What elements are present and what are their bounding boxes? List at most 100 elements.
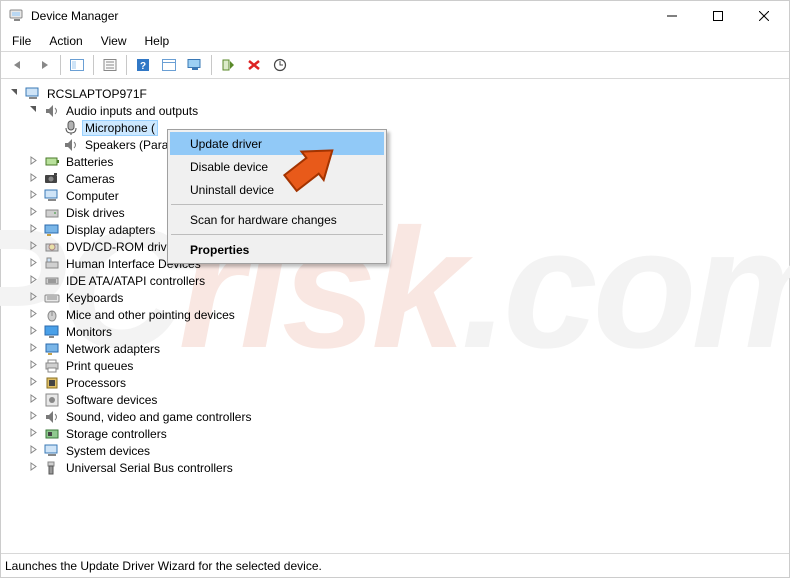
tree-print-queues[interactable]: Print queues [7, 357, 789, 374]
app-icon [9, 8, 25, 24]
tree-software-devices[interactable]: Software devices [7, 391, 789, 408]
tree-microphone[interactable]: Microphone ( [7, 119, 789, 136]
tree-audio-outputs[interactable]: Audio inputs and outputs [7, 102, 789, 119]
tree-keyboards[interactable]: Keyboards [7, 289, 789, 306]
expander-closed-icon[interactable] [26, 307, 40, 321]
expander-closed-icon[interactable] [26, 256, 40, 270]
menu-help[interactable]: Help [136, 32, 179, 50]
tree-batteries[interactable]: Batteries [7, 153, 789, 170]
uninstall-button[interactable] [242, 54, 266, 76]
node-label: Cameras [64, 172, 117, 186]
expander-closed-icon[interactable] [26, 273, 40, 287]
storage-icon [44, 426, 60, 442]
cm-separator [171, 234, 383, 235]
node-label: Batteries [64, 155, 115, 169]
status-text: Launches the Update Driver Wizard for th… [5, 559, 322, 573]
expander-closed-icon[interactable] [26, 358, 40, 372]
cm-update-driver[interactable]: Update driver [170, 132, 384, 155]
node-label: IDE ATA/ATAPI controllers [64, 274, 207, 288]
tree-cameras[interactable]: Cameras [7, 170, 789, 187]
expander-closed-icon[interactable] [26, 205, 40, 219]
tree-monitors[interactable]: Monitors [7, 323, 789, 340]
expander-closed-icon[interactable] [26, 222, 40, 236]
expander-closed-icon[interactable] [26, 239, 40, 253]
toolbar-divider [126, 55, 127, 75]
tree-mice[interactable]: Mice and other pointing devices [7, 306, 789, 323]
tree-network[interactable]: Network adapters [7, 340, 789, 357]
ide-icon [44, 273, 60, 289]
expander-closed-icon[interactable] [26, 290, 40, 304]
node-label: Storage controllers [64, 427, 169, 441]
tree-usb[interactable]: Universal Serial Bus controllers [7, 459, 789, 476]
node-label: Network adapters [64, 342, 162, 356]
forward-button[interactable] [32, 54, 56, 76]
usb-icon [44, 460, 60, 476]
statusbar: Launches the Update Driver Wizard for th… [1, 553, 789, 577]
cm-uninstall-device[interactable]: Uninstall device [170, 178, 384, 201]
tree-ide[interactable]: IDE ATA/ATAPI controllers [7, 272, 789, 289]
expander-closed-icon[interactable] [26, 341, 40, 355]
expander-closed-icon[interactable] [26, 171, 40, 185]
menu-view[interactable]: View [92, 32, 136, 50]
expander-closed-icon[interactable] [26, 154, 40, 168]
expander-closed-icon[interactable] [26, 409, 40, 423]
toolbar: ? [1, 51, 789, 79]
expander-closed-icon[interactable] [26, 460, 40, 474]
monitor-icon [44, 324, 60, 340]
menu-action[interactable]: Action [40, 32, 91, 50]
detail-view-button[interactable] [157, 54, 181, 76]
menu-file[interactable]: File [3, 32, 40, 50]
expander-closed-icon[interactable] [26, 324, 40, 338]
mouse-icon [44, 307, 60, 323]
node-label: Sound, video and game controllers [64, 410, 253, 424]
tree-processors[interactable]: Processors [7, 374, 789, 391]
node-label: Disk drives [64, 206, 127, 220]
battery-icon [44, 154, 60, 170]
properties-button[interactable] [98, 54, 122, 76]
toolbar-divider [60, 55, 61, 75]
cm-separator [171, 204, 383, 205]
device-tree[interactable]: RCSLAPTOP971F Audio inputs and outputs M… [1, 81, 789, 476]
cm-scan[interactable]: Scan for hardware changes [170, 208, 384, 231]
context-menu: Update driver Disable device Uninstall d… [167, 129, 387, 264]
device-tree-area: RCSLAPTOP971F Audio inputs and outputs M… [1, 81, 789, 551]
node-label: Audio inputs and outputs [64, 104, 200, 118]
node-label: Software devices [64, 393, 159, 407]
software-icon [44, 392, 60, 408]
expander-open-icon[interactable] [26, 103, 40, 117]
tree-disk-drives[interactable]: Disk drives [7, 204, 789, 221]
tree-storage[interactable]: Storage controllers [7, 425, 789, 442]
expander-open-icon[interactable] [7, 86, 21, 100]
help-button[interactable]: ? [131, 54, 155, 76]
close-button[interactable] [741, 1, 787, 31]
tree-display-adapters[interactable]: Display adapters [7, 221, 789, 238]
tree-system-devices[interactable]: System devices [7, 442, 789, 459]
disk-icon [44, 205, 60, 221]
toolbar-divider [93, 55, 94, 75]
scan-monitor-button[interactable] [183, 54, 207, 76]
node-label: Mice and other pointing devices [64, 308, 237, 322]
tree-speakers[interactable]: Speakers (Para [7, 136, 789, 153]
maximize-button[interactable] [695, 1, 741, 31]
expander-closed-icon[interactable] [26, 426, 40, 440]
sound-icon [44, 409, 60, 425]
cm-properties[interactable]: Properties [170, 238, 384, 261]
tree-root[interactable]: RCSLAPTOP971F [7, 85, 789, 102]
expander-closed-icon[interactable] [26, 392, 40, 406]
minimize-button[interactable] [649, 1, 695, 31]
hid-icon [44, 256, 60, 272]
back-button[interactable] [6, 54, 30, 76]
node-label: Speakers (Para [83, 138, 170, 152]
cm-disable-device[interactable]: Disable device [170, 155, 384, 178]
node-label: RCSLAPTOP971F [45, 87, 149, 101]
tree-sound[interactable]: Sound, video and game controllers [7, 408, 789, 425]
show-hide-tree-button[interactable] [65, 54, 89, 76]
expander-closed-icon[interactable] [26, 375, 40, 389]
tree-hid[interactable]: Human Interface Devices [7, 255, 789, 272]
scan-hardware-button[interactable] [268, 54, 292, 76]
tree-computer[interactable]: Computer [7, 187, 789, 204]
expander-closed-icon[interactable] [26, 188, 40, 202]
tree-dvd[interactable]: DVD/CD-ROM drives [7, 238, 789, 255]
expander-closed-icon[interactable] [26, 443, 40, 457]
update-driver-button[interactable] [216, 54, 240, 76]
